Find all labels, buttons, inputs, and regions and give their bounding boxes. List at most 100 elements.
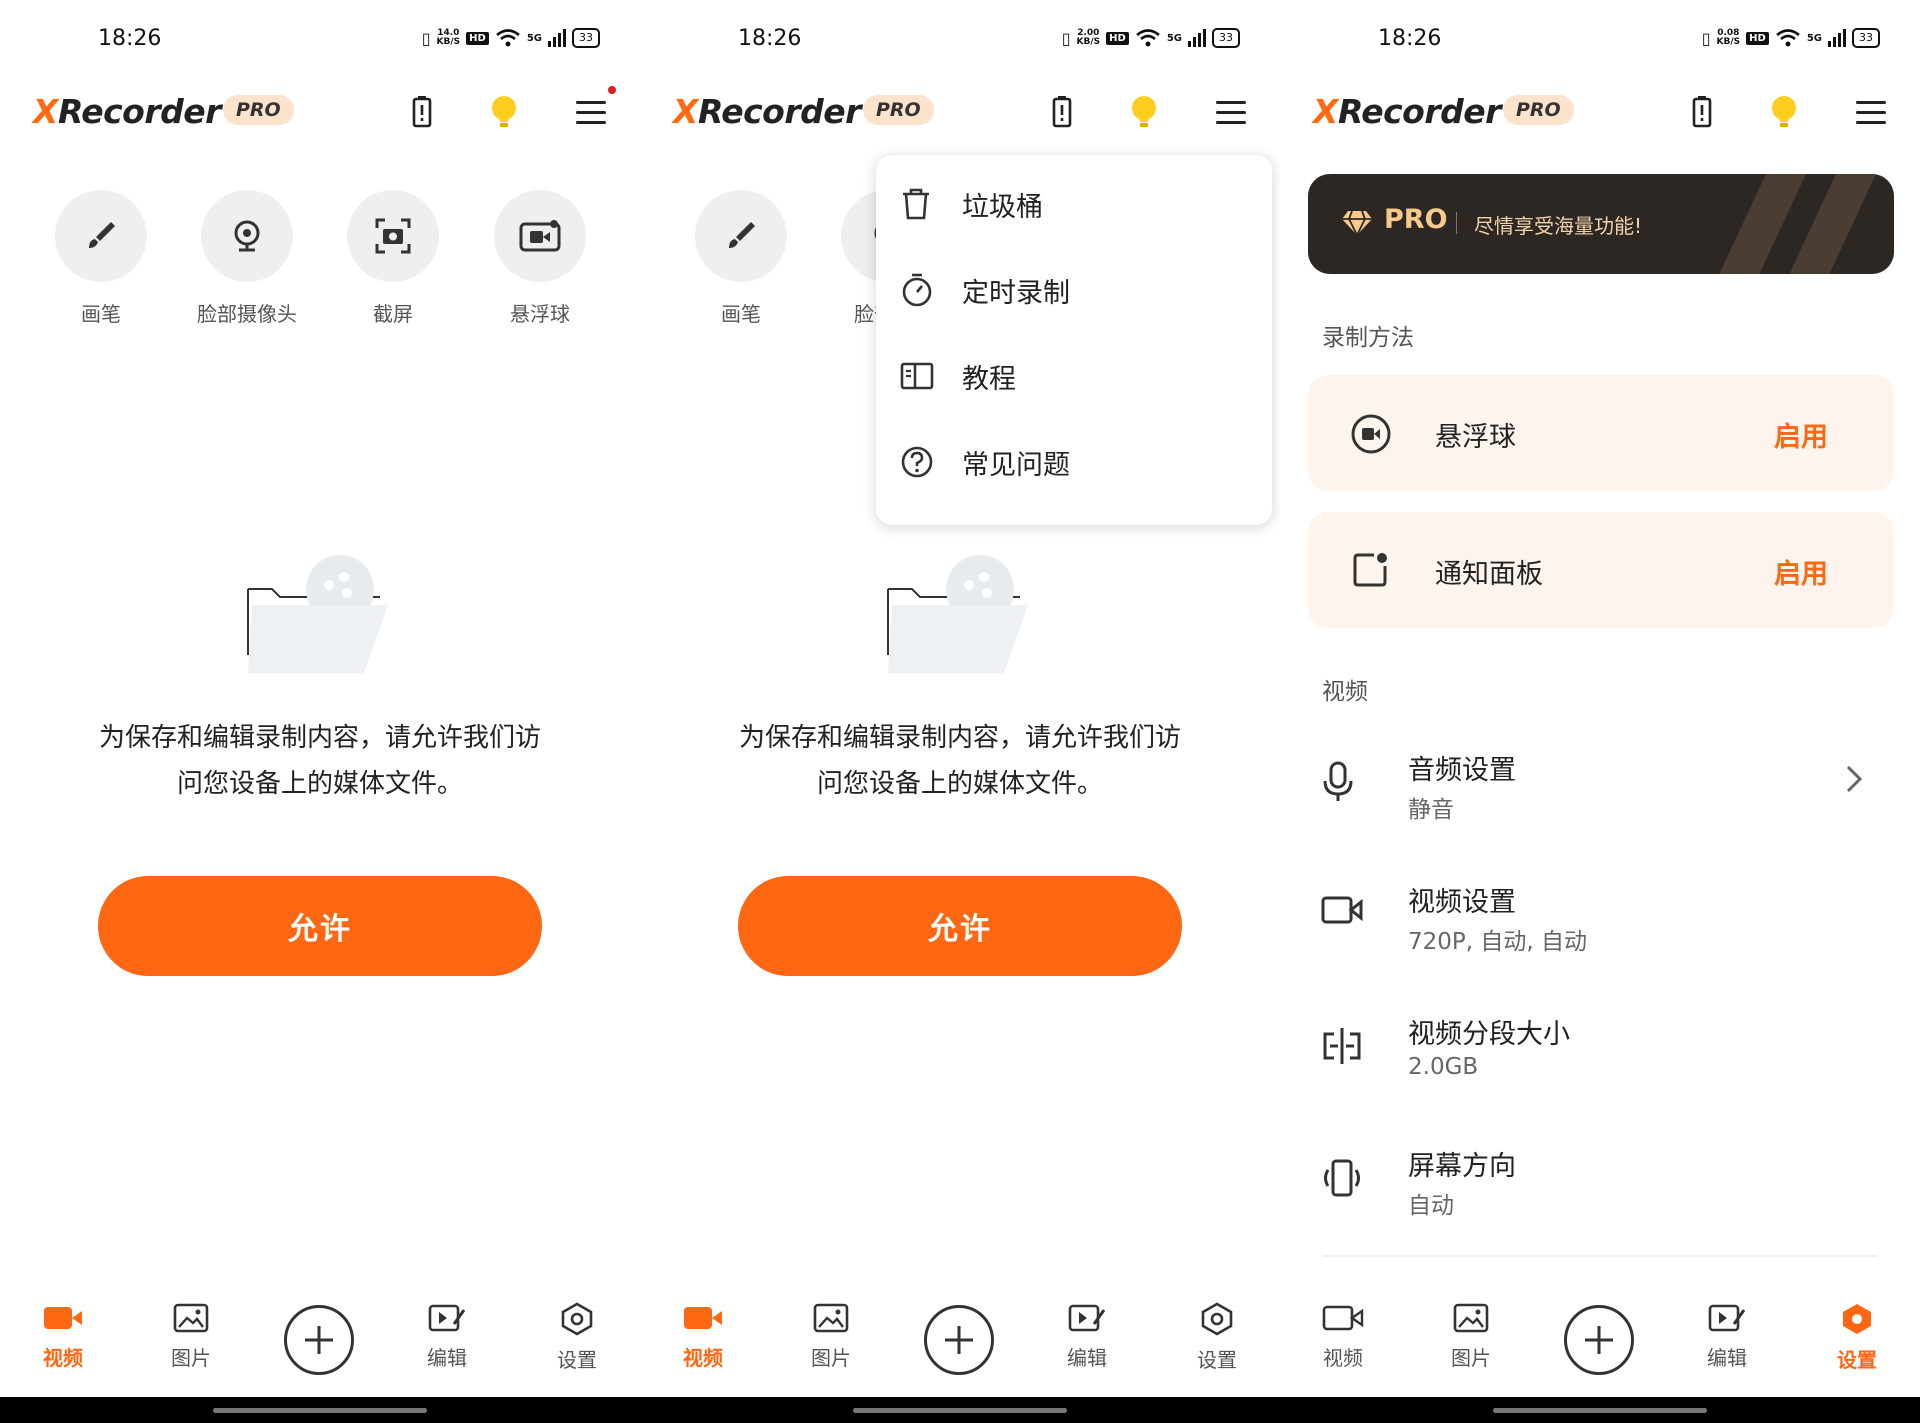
- lightbulb-icon[interactable]: [1766, 94, 1802, 130]
- section-title-method: 录制方法: [1322, 325, 1414, 351]
- add-button[interactable]: [924, 1305, 994, 1375]
- battery-warning-icon[interactable]: [1044, 94, 1080, 130]
- nav-label: 设置: [557, 1348, 597, 1372]
- menu-item-faq[interactable]: 常见问题: [876, 419, 1272, 505]
- pro-banner-title: PRO: [1384, 204, 1448, 235]
- menu-item-tutorial[interactable]: 教程: [876, 333, 1272, 419]
- hd-icon: HD: [1746, 31, 1769, 45]
- nav-label: 编辑: [1707, 1346, 1747, 1370]
- add-button[interactable]: [1564, 1305, 1634, 1375]
- add-button[interactable]: [284, 1305, 354, 1375]
- screen-settings: 18:26 ▯ 0.08 KB/S HD 5G 33 XRecorder PRO …: [1280, 0, 1920, 1397]
- battery-warning-icon[interactable]: [1684, 94, 1720, 130]
- hd-icon: HD: [466, 31, 489, 45]
- setting-value: 自动: [1408, 1193, 1454, 1219]
- app-header: XRecorder PRO: [0, 88, 640, 136]
- menu-item-trash[interactable]: 垃圾桶: [876, 161, 1272, 247]
- setting-orientation[interactable]: 屏幕方向 自动: [1280, 1126, 1920, 1246]
- setting-segment-size[interactable]: 视频分段大小 2.0GB: [1280, 994, 1920, 1114]
- nav-settings[interactable]: 设置: [1167, 1302, 1267, 1373]
- tool-label: 画笔: [721, 302, 761, 326]
- lightbulb-icon[interactable]: [1126, 94, 1162, 130]
- nav-edit[interactable]: 编辑: [397, 1302, 497, 1371]
- net-speed: 2.00 KB/S: [1076, 28, 1101, 47]
- wifi-icon: [496, 29, 520, 47]
- settings-icon: [1843, 1304, 1871, 1334]
- bottom-nav: 视频 图片 编辑 设置: [1280, 1290, 1920, 1397]
- status-icons: ▯ 0.08 KB/S HD 5G 33: [1702, 28, 1880, 48]
- tool-webcam[interactable]: 脸部摄像头: [192, 190, 302, 327]
- nav-video[interactable]: 视频: [653, 1302, 753, 1371]
- pro-badge[interactable]: PRO: [223, 95, 294, 125]
- pro-badge[interactable]: PRO: [863, 95, 934, 125]
- allow-button[interactable]: 允许: [98, 876, 542, 976]
- enable-button[interactable]: 启用: [1774, 415, 1828, 454]
- brush-icon: [695, 190, 787, 282]
- floating-ball-icon: [494, 190, 586, 282]
- tool-screenshot[interactable]: 截屏: [338, 190, 448, 327]
- pro-banner-subtitle: 尽情享受海量功能!: [1474, 214, 1643, 238]
- home-indicator[interactable]: [853, 1408, 1067, 1413]
- setting-value: 静音: [1408, 797, 1454, 823]
- book-icon: [900, 362, 934, 390]
- tool-brush[interactable]: 画笔: [686, 190, 796, 327]
- status-time: 18:26: [738, 26, 802, 51]
- chevron-right-icon: [1846, 765, 1863, 793]
- nav-image[interactable]: 图片: [1421, 1302, 1521, 1371]
- nav-image[interactable]: 图片: [781, 1302, 881, 1371]
- nav-image[interactable]: 图片: [141, 1302, 241, 1371]
- vibrate-icon: ▯: [421, 28, 431, 48]
- network-label: 5G: [1166, 32, 1182, 44]
- method-floating-ball[interactable]: 悬浮球 启用: [1308, 375, 1894, 491]
- nav-settings[interactable]: 设置: [527, 1302, 627, 1373]
- menu-icon[interactable]: [573, 94, 609, 130]
- nav-settings[interactable]: 设置: [1807, 1302, 1907, 1373]
- video-icon: [684, 1307, 722, 1329]
- method-notification-panel[interactable]: 通知面板 启用: [1308, 512, 1894, 628]
- nav-label: 视频: [683, 1346, 723, 1370]
- nav-video[interactable]: 视频: [13, 1302, 113, 1371]
- wifi-icon: [1776, 29, 1800, 47]
- tool-label: 悬浮球: [510, 302, 570, 326]
- status-bar: 18:26 ▯ 2.00 KB/S HD 5G 33: [640, 22, 1280, 62]
- app-header: XRecorder PRO: [640, 88, 1280, 136]
- tool-brush[interactable]: 画笔: [46, 190, 156, 327]
- signal-icon: [548, 29, 566, 47]
- menu-item-label: 教程: [962, 363, 1016, 395]
- nav-edit[interactable]: 编辑: [1037, 1302, 1137, 1371]
- home-indicator[interactable]: [213, 1408, 427, 1413]
- list-divider: [1322, 1255, 1878, 1257]
- video-icon: [44, 1307, 82, 1329]
- allow-button[interactable]: 允许: [738, 876, 1182, 976]
- pro-banner[interactable]: PRO 尽情享受海量功能!: [1308, 174, 1894, 274]
- nav-edit[interactable]: 编辑: [1677, 1302, 1777, 1371]
- home-indicator[interactable]: [1493, 1408, 1707, 1413]
- notification-panel-icon: [1353, 553, 1387, 587]
- plus-icon: [305, 1326, 333, 1354]
- setting-video[interactable]: 视频设置 720P, 自动, 自动: [1280, 862, 1920, 982]
- pro-badge[interactable]: PRO: [1503, 95, 1574, 125]
- network-label: 5G: [526, 32, 542, 44]
- status-time: 18:26: [98, 26, 162, 51]
- diamond-icon: [1342, 210, 1372, 238]
- menu-icon[interactable]: [1853, 94, 1889, 130]
- lightbulb-icon[interactable]: [486, 94, 522, 130]
- empty-folder-illustration: [247, 555, 388, 673]
- tool-label: 脸部摄像头: [197, 302, 297, 326]
- plus-icon: [1585, 1326, 1613, 1354]
- tool-floating-ball[interactable]: 悬浮球: [485, 190, 595, 327]
- notification-dot: [608, 86, 616, 94]
- menu-item-timer[interactable]: 定时录制: [876, 247, 1272, 333]
- net-speed: 0.08 KB/S: [1716, 28, 1741, 47]
- battery-warning-icon[interactable]: [404, 94, 440, 130]
- setting-audio[interactable]: 音频设置 静音: [1280, 730, 1920, 850]
- menu-icon[interactable]: [1213, 94, 1249, 130]
- enable-button[interactable]: 启用: [1774, 552, 1828, 591]
- empty-folder-illustration: [887, 555, 1028, 673]
- nav-label: 设置: [1837, 1348, 1877, 1372]
- nav-video[interactable]: 视频: [1293, 1302, 1393, 1371]
- vibrate-icon: ▯: [1701, 28, 1711, 48]
- banner-divider: [1456, 212, 1457, 234]
- nav-label: 视频: [43, 1346, 83, 1370]
- nav-label: 图片: [171, 1346, 211, 1370]
